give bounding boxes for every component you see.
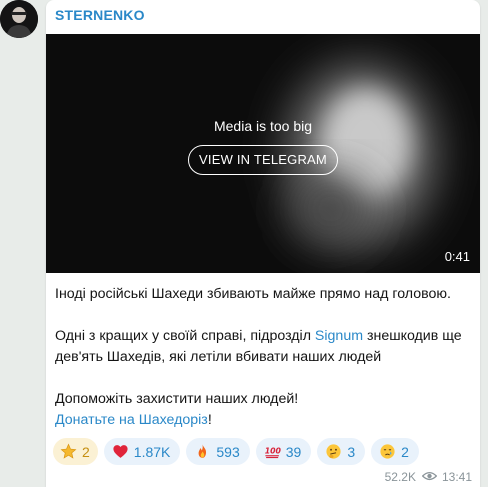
reaction-count: 3 bbox=[347, 443, 356, 460]
channel-avatar[interactable] bbox=[0, 0, 38, 38]
message-meta: 52.2K 13:41 bbox=[385, 470, 472, 484]
svg-text:100: 100 bbox=[264, 447, 280, 456]
reaction-thinking[interactable]: 3 bbox=[317, 438, 366, 465]
view-count: 52.2K bbox=[384, 470, 416, 484]
message-line-4: Донатьте на Шахедоріз! bbox=[55, 410, 475, 431]
video-duration: 0:41 bbox=[444, 249, 470, 264]
star-icon bbox=[60, 443, 77, 460]
paragraph-2-start: Одні з кращих у своїй справі, підрозділ bbox=[55, 328, 315, 344]
reaction-count: 39 bbox=[285, 443, 302, 460]
eye-icon bbox=[421, 470, 438, 484]
thinking-face-icon bbox=[325, 443, 342, 460]
fire-icon bbox=[194, 443, 211, 460]
message-bubble: STERNENKO Media is too big VIEW IN TELEG… bbox=[46, 0, 480, 487]
reaction-heart[interactable]: 1.87K bbox=[103, 438, 181, 465]
channel-name[interactable]: STERNENKO bbox=[55, 7, 145, 23]
hundred-icon: 100 bbox=[264, 443, 281, 460]
reaction-crying[interactable]: 2 bbox=[371, 438, 419, 465]
message-text: Іноді російські Шахеди збивають майже пр… bbox=[55, 284, 475, 431]
media-too-big-notice: Media is too big bbox=[213, 118, 313, 134]
signum-link[interactable]: Signum bbox=[315, 328, 363, 344]
video-preview[interactable]: Media is too big VIEW IN TELEGRAM 0:41 bbox=[46, 34, 480, 273]
message-paragraph-2: Одні з кращих у своїй справі, підрозділ … bbox=[55, 326, 475, 368]
reaction-count: 2 bbox=[82, 443, 90, 460]
reactions-bar: 2 1.87K 593 100 39 3 2 bbox=[53, 438, 419, 466]
avatar-image bbox=[0, 0, 38, 38]
reaction-count: 2 bbox=[401, 443, 409, 460]
message-line-3: Допоможіть захистити наших людей! bbox=[55, 391, 299, 407]
message-line-1: Іноді російські Шахеди збивають майже пр… bbox=[55, 286, 451, 302]
reaction-count: 593 bbox=[216, 443, 240, 460]
message-time: 13:41 bbox=[441, 470, 472, 484]
reaction-fire[interactable]: 593 bbox=[186, 438, 250, 465]
donate-link[interactable]: Донатьте на Шахедоріз bbox=[55, 412, 208, 428]
crying-face-icon bbox=[379, 443, 396, 460]
view-in-telegram-button[interactable]: VIEW IN TELEGRAM bbox=[188, 145, 338, 175]
heart-icon bbox=[112, 443, 129, 460]
donate-suffix: ! bbox=[207, 412, 212, 428]
reaction-count: 1.87K bbox=[133, 443, 171, 460]
reaction-hundred[interactable]: 100 39 bbox=[255, 438, 312, 465]
reaction-star[interactable]: 2 bbox=[53, 438, 98, 465]
